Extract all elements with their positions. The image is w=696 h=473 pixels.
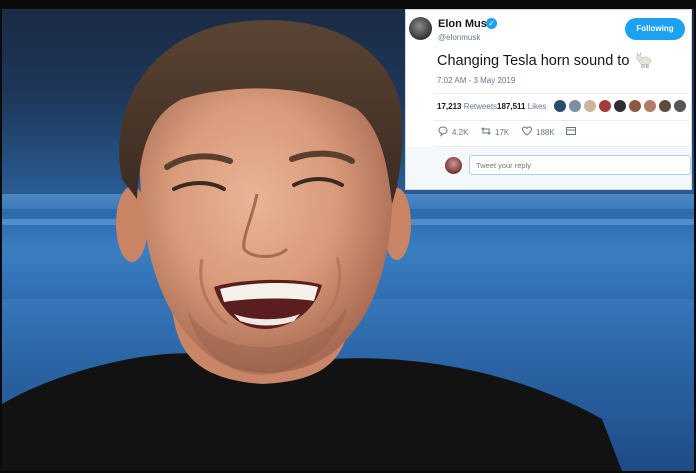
verified-badge-icon: ✓: [486, 18, 497, 29]
tweet-text: Changing Tesla horn sound to: [437, 53, 630, 69]
following-button[interactable]: Following: [625, 18, 685, 40]
heart-icon[interactable]: [521, 125, 533, 137]
liker-avatar[interactable]: [583, 99, 597, 113]
liker-avatar[interactable]: [613, 99, 627, 113]
display-name[interactable]: Elon Musk: [438, 18, 493, 30]
liker-avatar[interactable]: [568, 99, 582, 113]
liker-avatar[interactable]: [673, 99, 687, 113]
retweet-stat[interactable]: 17,213 Retweets: [437, 102, 497, 111]
liker-avatar[interactable]: [643, 99, 657, 113]
retweet-count: 17K: [495, 128, 510, 137]
like-count: 188K: [536, 128, 555, 137]
message-icon[interactable]: [565, 125, 577, 137]
reply-icon[interactable]: [437, 125, 449, 137]
goat-emoji-icon: [636, 52, 652, 68]
avatar: [445, 157, 462, 174]
retweet-icon[interactable]: [480, 125, 492, 137]
tweet-card: Elon Musk ✓ @elonmusk Following Changing…: [405, 9, 692, 190]
divider: [434, 120, 689, 121]
user-handle[interactable]: @elonmusk: [438, 33, 480, 42]
tweet-timestamp[interactable]: 7:02 AM - 3 May 2019: [437, 76, 515, 85]
reply-count: 4.2K: [452, 128, 469, 137]
image-frame: Elon Musk ✓ @elonmusk Following Changing…: [0, 0, 696, 473]
like-stat[interactable]: 187,511 Likes: [497, 102, 546, 111]
divider: [434, 93, 689, 94]
liker-avatar[interactable]: [658, 99, 672, 113]
liker-avatar[interactable]: [628, 99, 642, 113]
avatar[interactable]: [409, 17, 432, 40]
reply-input[interactable]: [469, 155, 691, 175]
liker-avatar[interactable]: [598, 99, 612, 113]
liker-avatar[interactable]: [553, 99, 567, 113]
